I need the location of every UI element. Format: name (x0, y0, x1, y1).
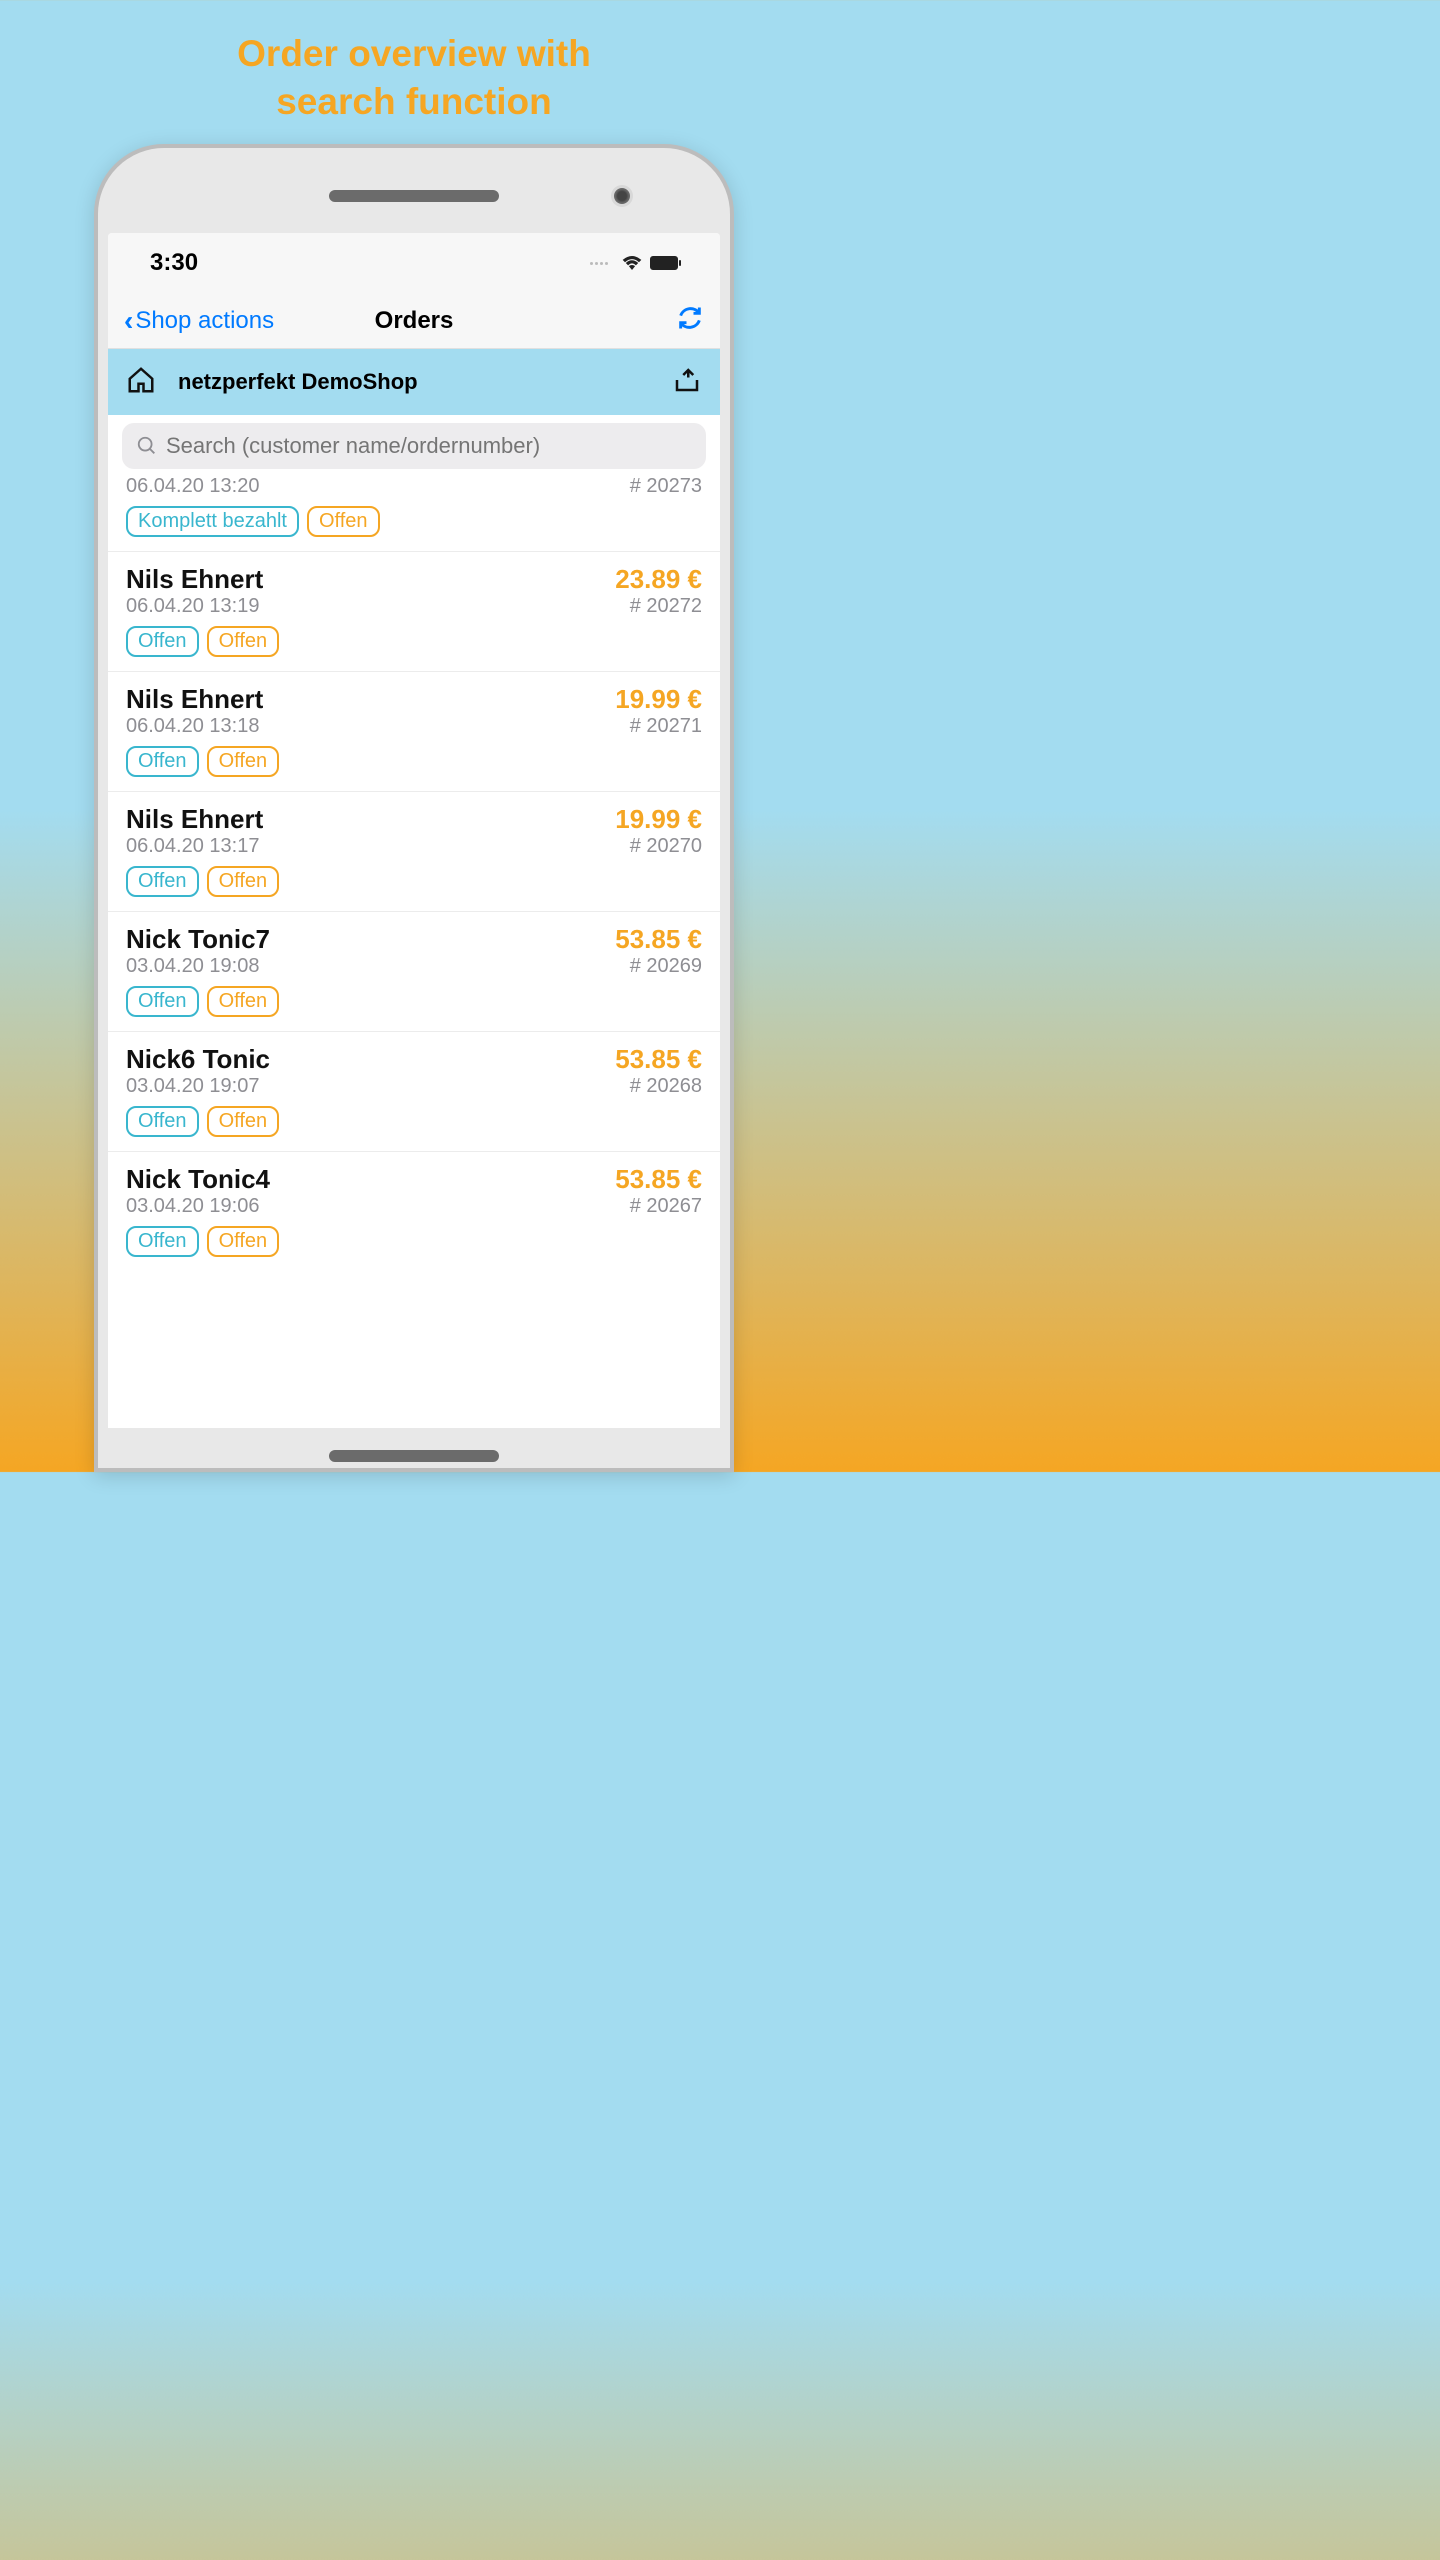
home-button[interactable] (126, 365, 156, 400)
battery-icon (650, 256, 678, 270)
order-number: # 20271 (630, 715, 702, 738)
order-number: # 20272 (630, 595, 702, 618)
phone-top-hardware (108, 158, 720, 233)
order-amount: 53.85 € (615, 1044, 702, 1075)
order-item[interactable]: Nick6 Tonic 53.85 € 03.04.20 19:07 # 20268 O… (108, 1031, 720, 1151)
search-input[interactable] (166, 433, 692, 459)
phone-speaker (329, 190, 499, 202)
payment-status-chip: Offen (126, 746, 199, 777)
order-amount: 53.85 € (615, 1164, 702, 1195)
order-amount: 23.89 € (615, 564, 702, 595)
order-amount: 19.99 € (615, 684, 702, 715)
payment-status-chip: Offen (126, 1106, 199, 1137)
nav-bar: ‹ Shop actions Orders (108, 293, 720, 349)
search-wrap (108, 415, 720, 475)
order-date: 06.04.20 13:17 (126, 835, 259, 858)
order-number: # 20269 (630, 955, 702, 978)
order-amount: 53.85 € (615, 924, 702, 955)
order-item[interactable]: Nils Ehnert 19.99 € 06.04.20 13:17 # 20270 O… (108, 791, 720, 911)
order-list[interactable]: 06.04.20 13:20 # 20273 Komplett bezahlt Off… (108, 475, 720, 1428)
order-status-chip: Offen (307, 506, 380, 537)
back-button[interactable]: ‹ Shop actions (124, 307, 274, 335)
order-status-chip: Offen (207, 626, 280, 657)
share-button[interactable] (672, 365, 702, 400)
order-customer-name: Nick6 Tonic (126, 1044, 270, 1075)
status-icons (590, 256, 678, 270)
order-item[interactable]: 06.04.20 13:20 # 20273 Komplett bezahlt Off… (108, 475, 720, 551)
order-date: 03.04.20 19:07 (126, 1075, 259, 1098)
refresh-button[interactable] (676, 304, 704, 337)
headline-line2: search function (276, 81, 552, 122)
order-date: 06.04.20 13:19 (126, 595, 259, 618)
order-item[interactable]: Nils Ehnert 23.89 € 06.04.20 13:19 # 20272 O… (108, 551, 720, 671)
order-item[interactable]: Nick Tonic7 53.85 € 03.04.20 19:08 # 20269 O… (108, 911, 720, 1031)
status-time: 3:30 (150, 249, 198, 277)
back-label: Shop actions (135, 307, 274, 335)
shop-name: netzperfekt DemoShop (178, 369, 650, 395)
payment-status-chip: Offen (126, 986, 199, 1017)
order-status-chip: Offen (207, 986, 280, 1017)
order-amount: 19.99 € (615, 804, 702, 835)
shop-bar: netzperfekt DemoShop (108, 349, 720, 415)
search-box[interactable] (122, 423, 706, 469)
order-customer-name: Nick Tonic7 (126, 924, 270, 955)
order-number: # 20273 (630, 475, 702, 498)
payment-status-chip: Offen (126, 866, 199, 897)
phone-camera (614, 188, 630, 204)
order-date: 03.04.20 19:08 (126, 955, 259, 978)
order-date: 06.04.20 13:18 (126, 715, 259, 738)
phone-frame: 3:30 ‹ Shop actions Orders (94, 144, 734, 1472)
chevron-left-icon: ‹ (124, 307, 133, 335)
order-customer-name: Nils Ehnert (126, 804, 263, 835)
phone-bottom-speaker (329, 1450, 499, 1462)
order-item[interactable]: Nick Tonic4 53.85 € 03.04.20 19:06 # 20267 O… (108, 1151, 720, 1271)
headline-line1: Order overview with (237, 33, 591, 74)
screen: 3:30 ‹ Shop actions Orders (108, 233, 720, 1428)
payment-status-chip: Offen (126, 626, 199, 657)
order-number: # 20270 (630, 835, 702, 858)
promo-headline: Order overview with search function (217, 20, 611, 144)
phone-bottom-hardware (108, 1428, 720, 1468)
order-number: # 20267 (630, 1195, 702, 1218)
order-status-chip: Offen (207, 1106, 280, 1137)
order-status-chip: Offen (207, 866, 280, 897)
order-date: 06.04.20 13:20 (126, 475, 259, 498)
order-customer-name: Nick Tonic4 (126, 1164, 270, 1195)
order-item[interactable]: Nils Ehnert 19.99 € 06.04.20 13:18 # 20271 O… (108, 671, 720, 791)
order-number: # 20268 (630, 1075, 702, 1098)
order-customer-name: Nils Ehnert (126, 684, 263, 715)
payment-status-chip: Komplett bezahlt (126, 506, 299, 537)
wifi-icon (622, 256, 642, 270)
status-bar: 3:30 (108, 233, 720, 293)
order-status-chip: Offen (207, 746, 280, 777)
order-customer-name: Nils Ehnert (126, 564, 263, 595)
search-icon (136, 435, 158, 457)
order-status-chip: Offen (207, 1226, 280, 1257)
payment-status-chip: Offen (126, 1226, 199, 1257)
order-date: 03.04.20 19:06 (126, 1195, 259, 1218)
signal-dots-icon (590, 262, 608, 265)
page-title: Orders (375, 307, 454, 335)
